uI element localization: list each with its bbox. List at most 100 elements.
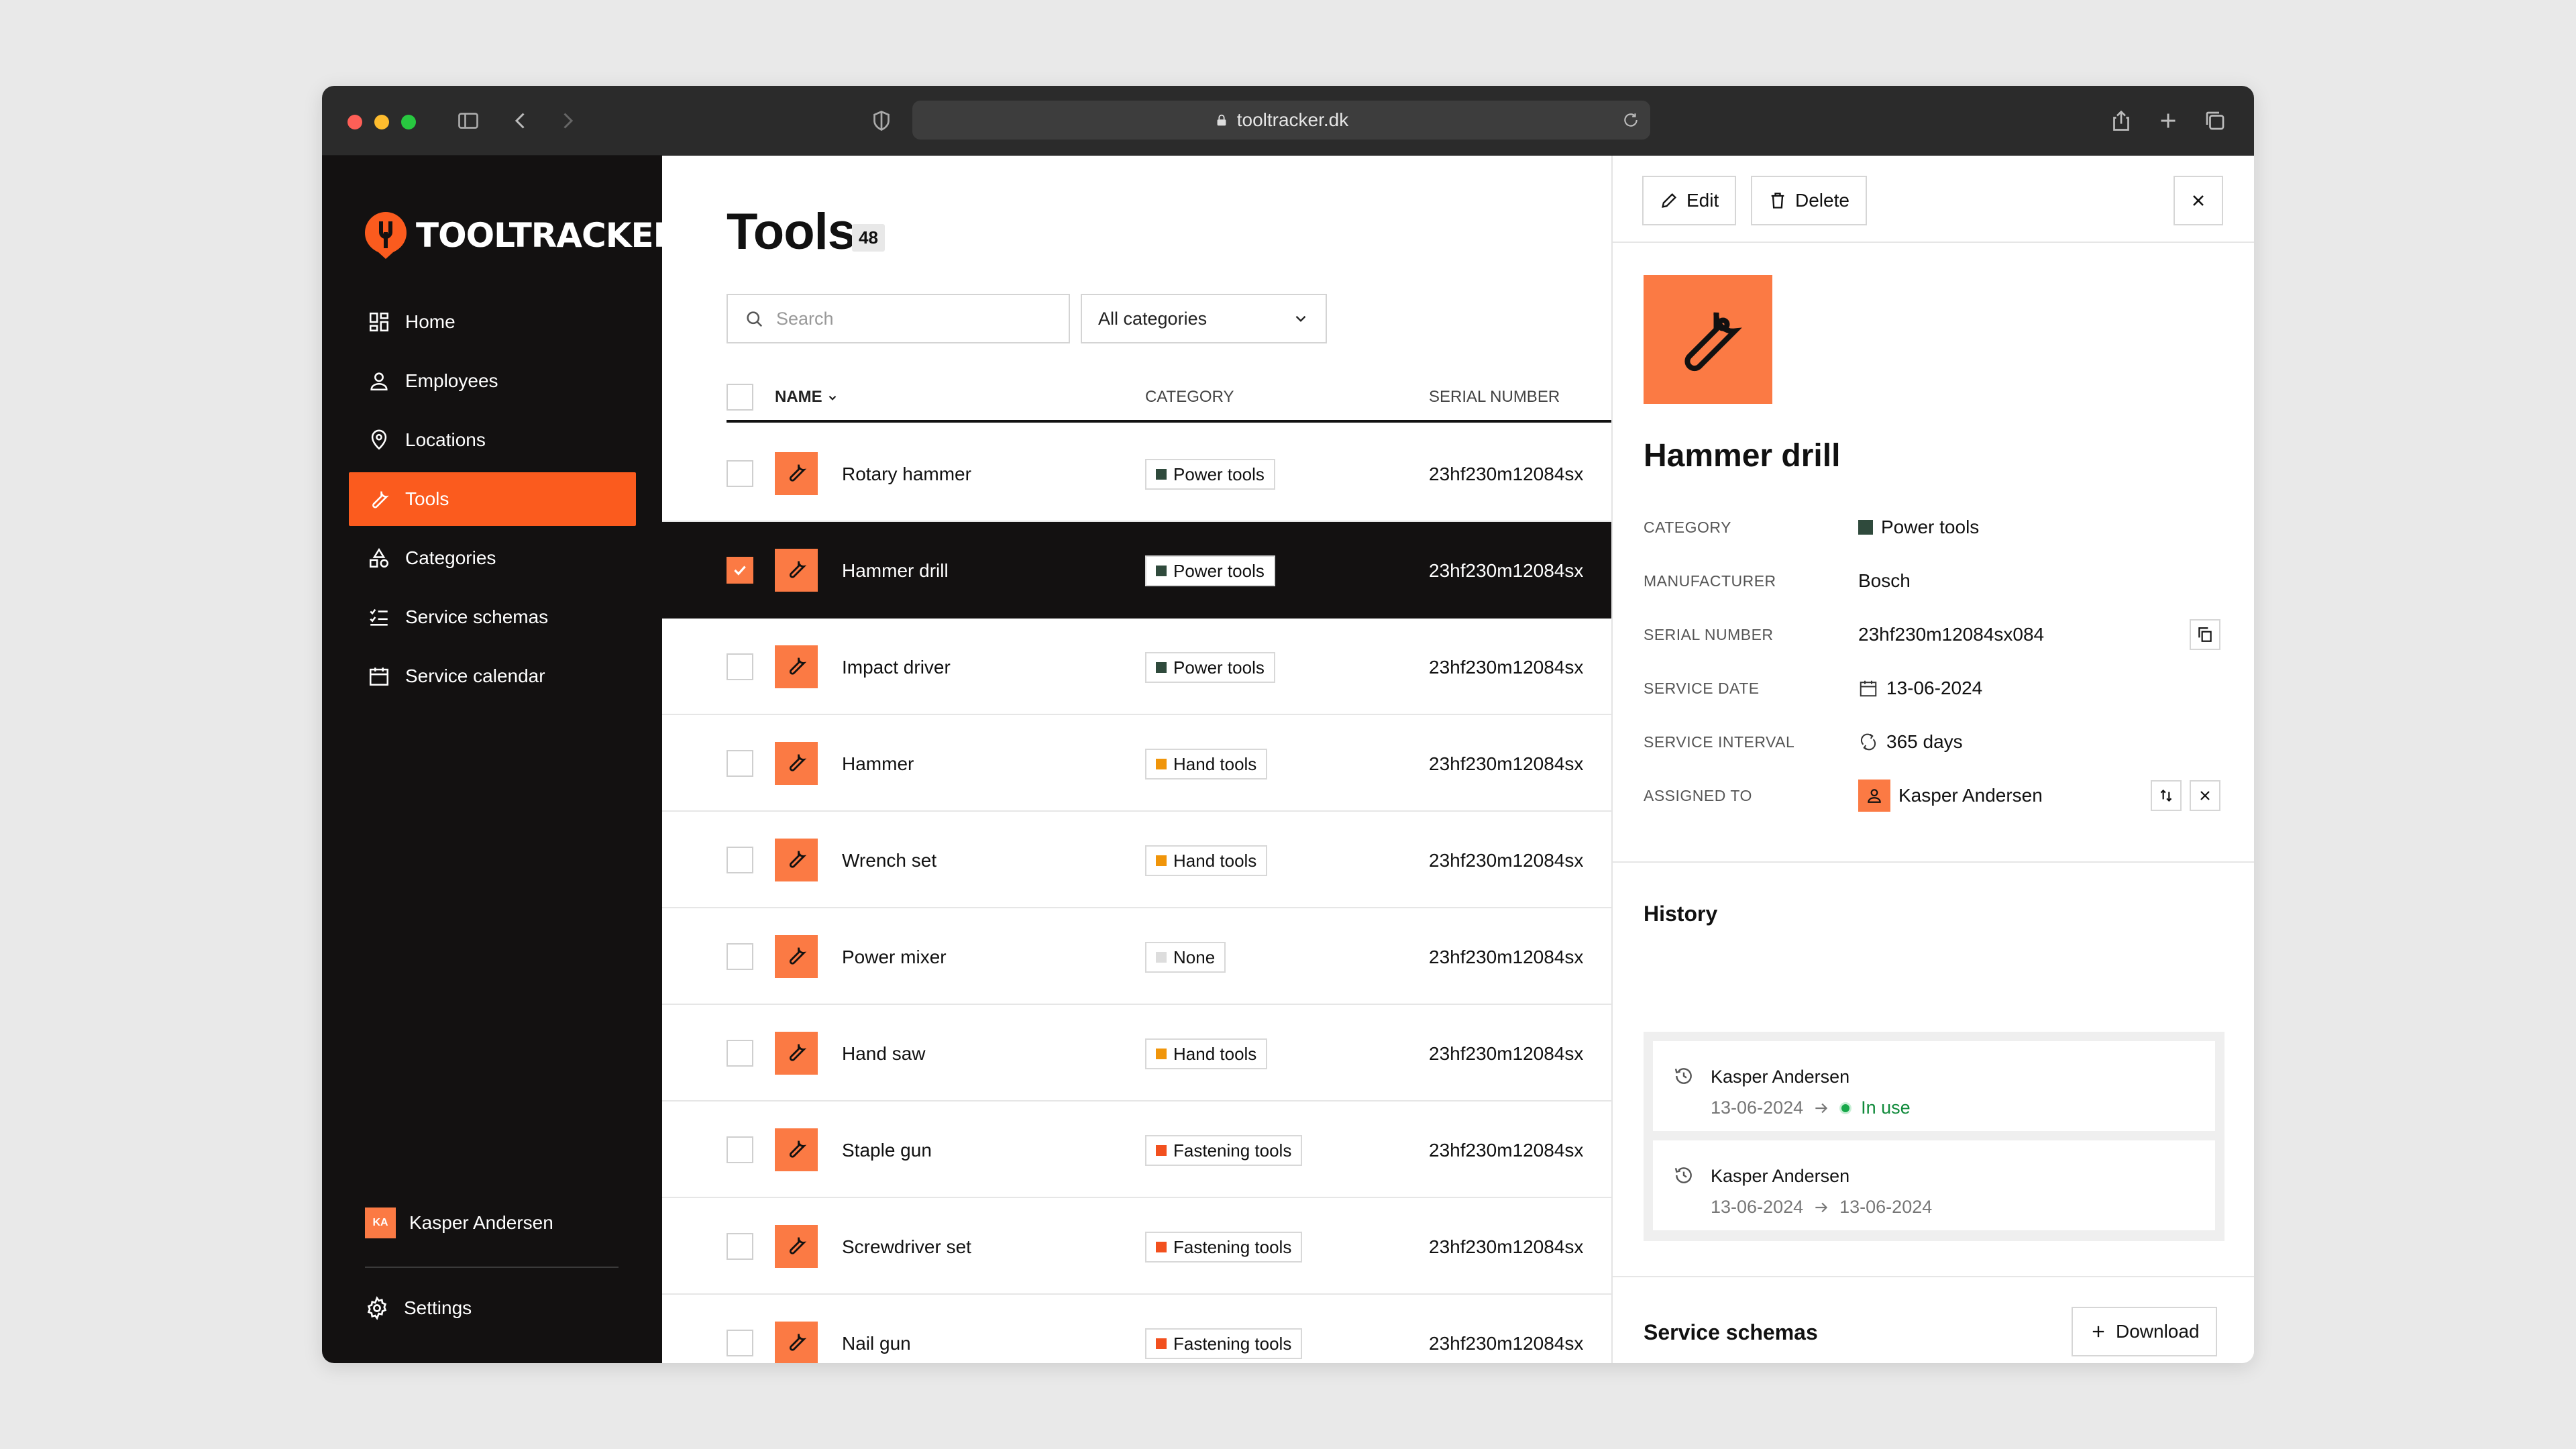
prop-value: 365 days	[1886, 731, 1963, 752]
sidebar-item-service-calendar[interactable]: Service calendar	[349, 649, 636, 703]
privacy-shield-icon[interactable]	[867, 106, 896, 136]
tool-image	[1644, 275, 1772, 404]
sidebar-item-employees[interactable]: Employees	[349, 354, 636, 408]
category-swatch	[1156, 469, 1167, 480]
url-text: tooltracker.dk	[1236, 109, 1349, 130]
table-row[interactable]: Hammer drill Power tools 23hf230m12084sx	[662, 522, 1612, 619]
prop-assigned-to: ASSIGNED TO Kasper Andersen	[1644, 775, 2220, 816]
sidebar-item-categories[interactable]: Categories	[349, 531, 636, 585]
address-bar[interactable]: tooltracker.dk	[912, 101, 1650, 140]
reassign-button[interactable]	[2151, 780, 2182, 811]
prop-label: ASSIGNED TO	[1644, 786, 1752, 804]
repeat-icon	[1860, 733, 1876, 751]
section-divider	[1613, 861, 2254, 863]
sidebar-divider	[365, 1267, 619, 1268]
column-header-name-label: NAME	[775, 388, 822, 406]
column-header-category[interactable]: CATEGORY	[1145, 388, 1234, 407]
swap-icon	[2160, 789, 2172, 802]
prop-label: CATEGORY	[1644, 518, 1731, 536]
row-checkbox[interactable]	[727, 1136, 753, 1163]
row-checkbox[interactable]	[727, 1330, 753, 1356]
current-user[interactable]: KA Kasper Andersen	[365, 1208, 553, 1238]
category-filter-select[interactable]: All categories	[1081, 294, 1327, 343]
sidebar-item-home[interactable]: Home	[349, 295, 636, 349]
prop-serial: SERIAL NUMBER 23hf230m12084sx084	[1644, 614, 2220, 655]
new-tab-icon[interactable]	[2153, 106, 2183, 136]
table-row[interactable]: Power mixer None 23hf230m12084sx	[662, 908, 1612, 1005]
back-icon[interactable]	[506, 106, 535, 136]
sidebar: TOOLTRACKER Home Employees Locations Too…	[322, 156, 679, 1363]
logo[interactable]: TOOLTRACKER	[364, 211, 679, 260]
category-tag-label: None	[1173, 947, 1216, 967]
serial-number: 23hf230m12084sx	[1429, 1333, 1584, 1354]
zoom-window-button[interactable]	[401, 115, 416, 129]
sidebar-toggle-icon[interactable]	[453, 106, 483, 136]
category-filter-value: All categories	[1098, 308, 1208, 329]
row-checkbox[interactable]	[727, 943, 753, 970]
table-row[interactable]: Hammer Hand tools 23hf230m12084sx	[662, 715, 1612, 812]
sidebar-item-label: Service calendar	[405, 665, 545, 686]
serial-number: 23hf230m12084sx	[1429, 850, 1584, 871]
tool-thumbnail	[775, 549, 818, 592]
serial-number: 23hf230m12084sx	[1429, 1043, 1584, 1064]
edit-button[interactable]: Edit	[1642, 176, 1737, 225]
wrench-icon	[785, 461, 808, 487]
download-button[interactable]: Download	[2072, 1307, 2217, 1356]
row-checkbox[interactable]	[727, 750, 753, 777]
row-checkbox[interactable]	[727, 847, 753, 873]
sidebar-item-locations[interactable]: Locations	[349, 413, 636, 467]
table-row[interactable]: Nail gun Fastening tools 23hf230m12084sx	[662, 1295, 1612, 1363]
column-header-serial[interactable]: SERIAL NUMBER	[1429, 388, 1560, 407]
tool-title: Hammer drill	[1644, 438, 1841, 474]
tool-thumbnail	[775, 1322, 818, 1363]
history-icon	[1674, 1068, 1692, 1084]
tool-name: Hand saw	[842, 1043, 926, 1064]
delete-button[interactable]: Delete	[1751, 176, 1867, 225]
wrench-icon	[785, 1040, 808, 1067]
category-swatch	[1156, 1338, 1167, 1349]
history-list: Kasper Andersen 13-06-2024 In use Kasper…	[1644, 1032, 2224, 1241]
lock-icon	[1217, 114, 1226, 126]
minimize-window-button[interactable]	[374, 115, 389, 129]
wrench-icon	[1684, 312, 1742, 372]
settings-label: Settings	[404, 1297, 472, 1318]
share-icon[interactable]	[2106, 106, 2136, 136]
row-checkbox[interactable]	[727, 557, 753, 584]
sidebar-item-service-schemas[interactable]: Service schemas	[349, 590, 636, 644]
sidebar-item-label: Employees	[405, 370, 498, 391]
forward-icon[interactable]	[553, 106, 582, 136]
column-header-name[interactable]: NAME	[775, 388, 839, 407]
wrench-icon	[372, 491, 389, 508]
wrench-icon	[785, 751, 808, 777]
table-row[interactable]: Wrench set Hand tools 23hf230m12084sx	[662, 812, 1612, 908]
history-item[interactable]: Kasper Andersen 13-06-2024 In use	[1653, 1041, 2215, 1131]
row-checkbox[interactable]	[727, 1040, 753, 1067]
row-checkbox[interactable]	[727, 460, 753, 487]
delete-button-label: Delete	[1795, 190, 1849, 211]
row-checkbox[interactable]	[727, 653, 753, 680]
copy-serial-button[interactable]	[2190, 619, 2220, 650]
close-window-button[interactable]	[347, 115, 362, 129]
tab-overview-icon[interactable]	[2200, 106, 2230, 136]
search-input[interactable]: Search	[727, 294, 1070, 343]
wrench-icon	[785, 1137, 808, 1163]
prop-service-date: SERVICE DATE 13-06-2024	[1644, 668, 2220, 708]
table-row[interactable]: Screwdriver set Fastening tools 23hf230m12…	[662, 1198, 1612, 1295]
close-panel-button[interactable]	[2174, 176, 2223, 225]
select-all-checkbox[interactable]	[727, 384, 753, 411]
table-row[interactable]: Hand saw Hand tools 23hf230m12084sx	[662, 1005, 1612, 1102]
download-button-label: Download	[2116, 1321, 2200, 1342]
row-checkbox[interactable]	[727, 1233, 753, 1260]
arrow-right-icon	[1815, 1103, 1828, 1113]
reload-icon[interactable]	[1622, 111, 1640, 129]
sidebar-item-tools[interactable]: Tools	[349, 472, 636, 526]
history-item[interactable]: Kasper Andersen 13-06-2024 13-06-2024	[1653, 1140, 2215, 1230]
table-row[interactable]: Rotary hammer Power tools 23hf230m12084sx	[662, 425, 1612, 522]
table-row[interactable]: Staple gun Fastening tools 23hf230m12084sx	[662, 1102, 1612, 1198]
table-row[interactable]: Impact driver Power tools 23hf230m12084sx	[662, 619, 1612, 715]
category-tag: Hand tools	[1145, 1038, 1268, 1069]
unassign-button[interactable]	[2190, 780, 2220, 811]
tool-name: Screwdriver set	[842, 1236, 971, 1257]
prop-label: MANUFACTURER	[1644, 572, 1776, 590]
settings-link[interactable]: Settings	[365, 1296, 472, 1320]
